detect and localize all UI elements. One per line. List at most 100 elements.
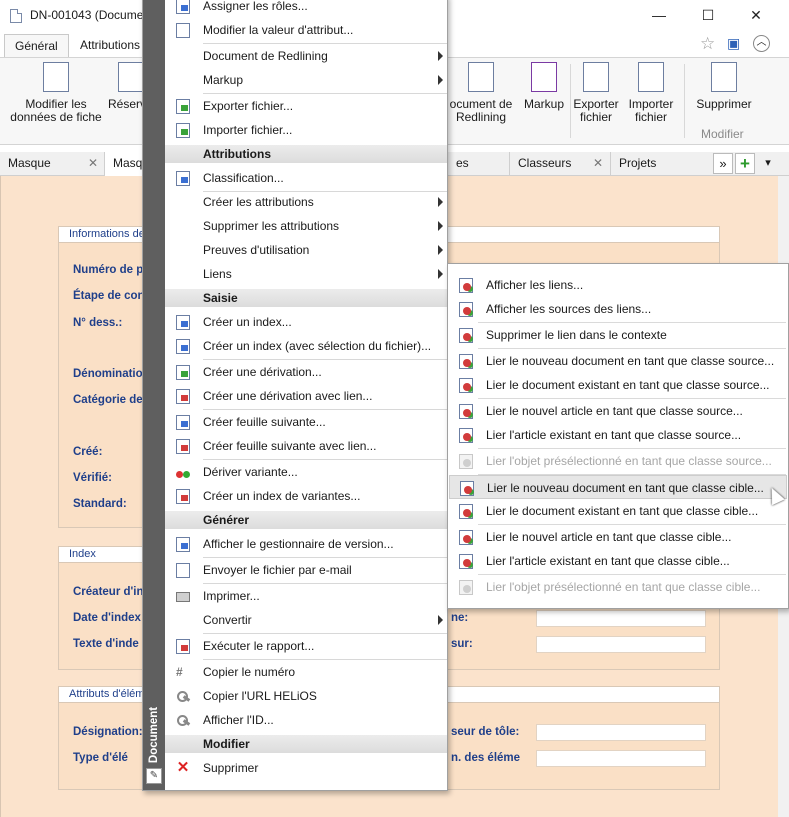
- menu-item-convertir[interactable]: Convertir: [165, 608, 447, 632]
- menu-header-attributions: Attributions: [165, 145, 447, 163]
- derivation-icon: [176, 365, 190, 380]
- reserver-label: Réserv: [108, 97, 147, 111]
- menu-item-copier-url[interactable]: Copier l'URL HELiOS: [165, 684, 447, 708]
- email-icon: [176, 563, 190, 578]
- pencil-icon[interactable]: ✎: [146, 768, 162, 784]
- menu-item-markup[interactable]: Markup: [165, 68, 447, 92]
- report-icon: [176, 639, 190, 654]
- menu-item-imprimer[interactable]: Imprimer...: [165, 584, 447, 608]
- delete-icon: ✕: [176, 759, 190, 776]
- context-menu: Document ✎ Assigner les rôles... Modifie…: [142, 0, 448, 791]
- menu-item-creer-index-selection[interactable]: Créer un index (avec sélection du fichie…: [165, 334, 447, 358]
- submenu-item-nouveau-doc-cible[interactable]: Lier le nouveau document en tant que cla…: [449, 475, 787, 499]
- submenu-item-nouvel-article-cible[interactable]: Lier le nouvel article en tant que class…: [449, 525, 787, 549]
- menu-item-modifier-valeur[interactable]: Modifier la valeur d'attribut...: [165, 18, 447, 42]
- star-icon[interactable]: ☆: [700, 34, 715, 54]
- link-existing-article-icon: [459, 554, 473, 569]
- sheet-thickness-input[interactable]: [536, 724, 706, 741]
- index-date-input[interactable]: [536, 610, 706, 627]
- field-label: Type d'élé: [73, 752, 128, 764]
- link-new-document-icon: [459, 354, 473, 369]
- menu-item-liens[interactable]: Liens: [165, 262, 447, 286]
- menu-item-executer-rapport[interactable]: Exécuter le rapport...: [165, 634, 447, 658]
- menu-item-creer-feuille-lien[interactable]: Créer feuille suivante avec lien...: [165, 434, 447, 458]
- derivation-link-icon: [176, 389, 190, 404]
- doctab-partial[interactable]: es: [448, 152, 508, 176]
- doctab-projets[interactable]: Projets: [610, 152, 710, 176]
- link-existing-document-icon: [459, 504, 473, 519]
- menu-item-envoyer-email[interactable]: Envoyer le fichier par e-mail: [165, 558, 447, 582]
- tab-overflow-button[interactable]: »: [713, 153, 733, 174]
- menu-item-copier-numero[interactable]: # Copier le numéro: [165, 660, 447, 684]
- markup-button[interactable]: Markup: [520, 62, 568, 111]
- submenu-item-supprimer-lien[interactable]: Supprimer le lien dans le contexte: [449, 323, 787, 347]
- maximize-button[interactable]: ☐: [686, 4, 730, 26]
- markup-label: Markup: [523, 97, 564, 111]
- link-preselected-icon: [459, 580, 473, 595]
- menu-item-preuves[interactable]: Preuves d'utilisation: [165, 238, 447, 262]
- import-file-icon: [176, 123, 190, 138]
- menu-item-afficher-id[interactable]: Afficher l'ID...: [165, 708, 447, 732]
- field-label: Numéro de p: [73, 264, 144, 276]
- submenu-item-nouvel-article-source[interactable]: Lier le nouvel article en tant que class…: [449, 399, 787, 423]
- submenu-item-afficher-liens[interactable]: Afficher les liens...: [449, 273, 787, 297]
- element-count-input[interactable]: [536, 750, 706, 767]
- importer-fichier-button[interactable]: Importer fichier: [624, 62, 678, 124]
- close-icon[interactable]: ✕: [593, 152, 603, 174]
- menu-item-gestionnaire-version[interactable]: Afficher le gestionnaire de version...: [165, 532, 447, 556]
- submenu-item-article-existant-source[interactable]: Lier l'article existant en tant que clas…: [449, 423, 787, 447]
- supprimer-button[interactable]: Supprimer: [692, 62, 756, 111]
- menu-item-creer-derivation[interactable]: Créer une dérivation...: [165, 360, 447, 384]
- menu-item-document-redlining[interactable]: Document de Redlining: [165, 44, 447, 68]
- menu-item-creer-feuille[interactable]: Créer feuille suivante...: [165, 410, 447, 434]
- menu-item-creer-index[interactable]: Créer un index...: [165, 310, 447, 334]
- submenu-arrow-icon: [438, 615, 443, 625]
- next-sheet-link-icon: [176, 439, 190, 454]
- exporter-fichier-button[interactable]: Exporter fichier: [572, 62, 620, 124]
- modifier-donnees-label: Modifier les données de fiche: [10, 97, 102, 124]
- tab-general[interactable]: Général: [4, 34, 69, 58]
- close-button[interactable]: ✕: [734, 4, 778, 26]
- submenu-item-doc-existant-cible[interactable]: Lier le document existant en tant que cl…: [449, 499, 787, 523]
- document-redlining-button[interactable]: ocument de Redlining: [448, 62, 514, 124]
- link-new-article-icon: [459, 404, 473, 419]
- menu-item-exporter-fichier[interactable]: Exporter fichier...: [165, 94, 447, 118]
- delete-link-icon: [459, 328, 473, 343]
- menu-item-creer-attributions[interactable]: Créer les attributions: [165, 190, 447, 214]
- menu-item-supprimer[interactable]: ✕ Supprimer: [165, 756, 447, 780]
- key-icon: [176, 689, 190, 704]
- menu-item-index-variantes[interactable]: Créer un index de variantes...: [165, 484, 447, 508]
- minimize-button[interactable]: —: [637, 4, 681, 26]
- field-label: Catégorie de: [73, 394, 143, 406]
- doctab-label: Masq: [113, 156, 143, 170]
- collapse-ribbon-icon[interactable]: ︿: [753, 35, 770, 52]
- menu-item-supprimer-attributions[interactable]: Supprimer les attributions: [165, 214, 447, 238]
- doctab-masque-active[interactable]: Masq: [104, 152, 144, 176]
- tab-attributions[interactable]: Attributions: [70, 34, 150, 58]
- field-label: Vérifié:: [73, 472, 112, 484]
- menu-item-deriver-variante[interactable]: Dériver variante...: [165, 460, 447, 484]
- index-text-input[interactable]: [536, 636, 706, 653]
- close-icon[interactable]: ✕: [88, 152, 98, 174]
- modifier-donnees-button[interactable]: Modifier les données de fiche: [10, 62, 102, 124]
- doctab-masque[interactable]: Masque ✕: [0, 152, 104, 176]
- field-label: Date d'index: [73, 612, 141, 624]
- tab-dropdown-icon[interactable]: ▾: [759, 153, 777, 174]
- menu-item-classification[interactable]: Classification...: [165, 166, 447, 190]
- field-label: Créé:: [73, 446, 103, 458]
- submenu-item-article-existant-cible[interactable]: Lier l'article existant en tant que clas…: [449, 549, 787, 573]
- reserver-button[interactable]: Réserv: [108, 62, 147, 111]
- panel-title: Index: [69, 548, 96, 560]
- window-icon[interactable]: ▣: [727, 35, 740, 52]
- submenu-item-afficher-sources[interactable]: Afficher les sources des liens...: [449, 297, 787, 321]
- menu-item-assigner-roles[interactable]: Assigner les rôles...: [165, 0, 447, 18]
- submenu-item-doc-existant-source[interactable]: Lier le document existant en tant que cl…: [449, 373, 787, 397]
- key-icon: [176, 713, 190, 728]
- submenu-arrow-icon: [438, 75, 443, 85]
- doctab-classeurs[interactable]: Classeurs ✕: [509, 152, 609, 176]
- submenu-item-objet-preselectionne-cible: Lier l'objet présélectionné en tant que …: [449, 575, 787, 599]
- add-tab-icon[interactable]: +: [735, 153, 755, 174]
- menu-item-importer-fichier[interactable]: Importer fichier...: [165, 118, 447, 142]
- menu-item-creer-derivation-lien[interactable]: Créer une dérivation avec lien...: [165, 384, 447, 408]
- submenu-item-nouveau-doc-source[interactable]: Lier le nouveau document en tant que cla…: [449, 349, 787, 373]
